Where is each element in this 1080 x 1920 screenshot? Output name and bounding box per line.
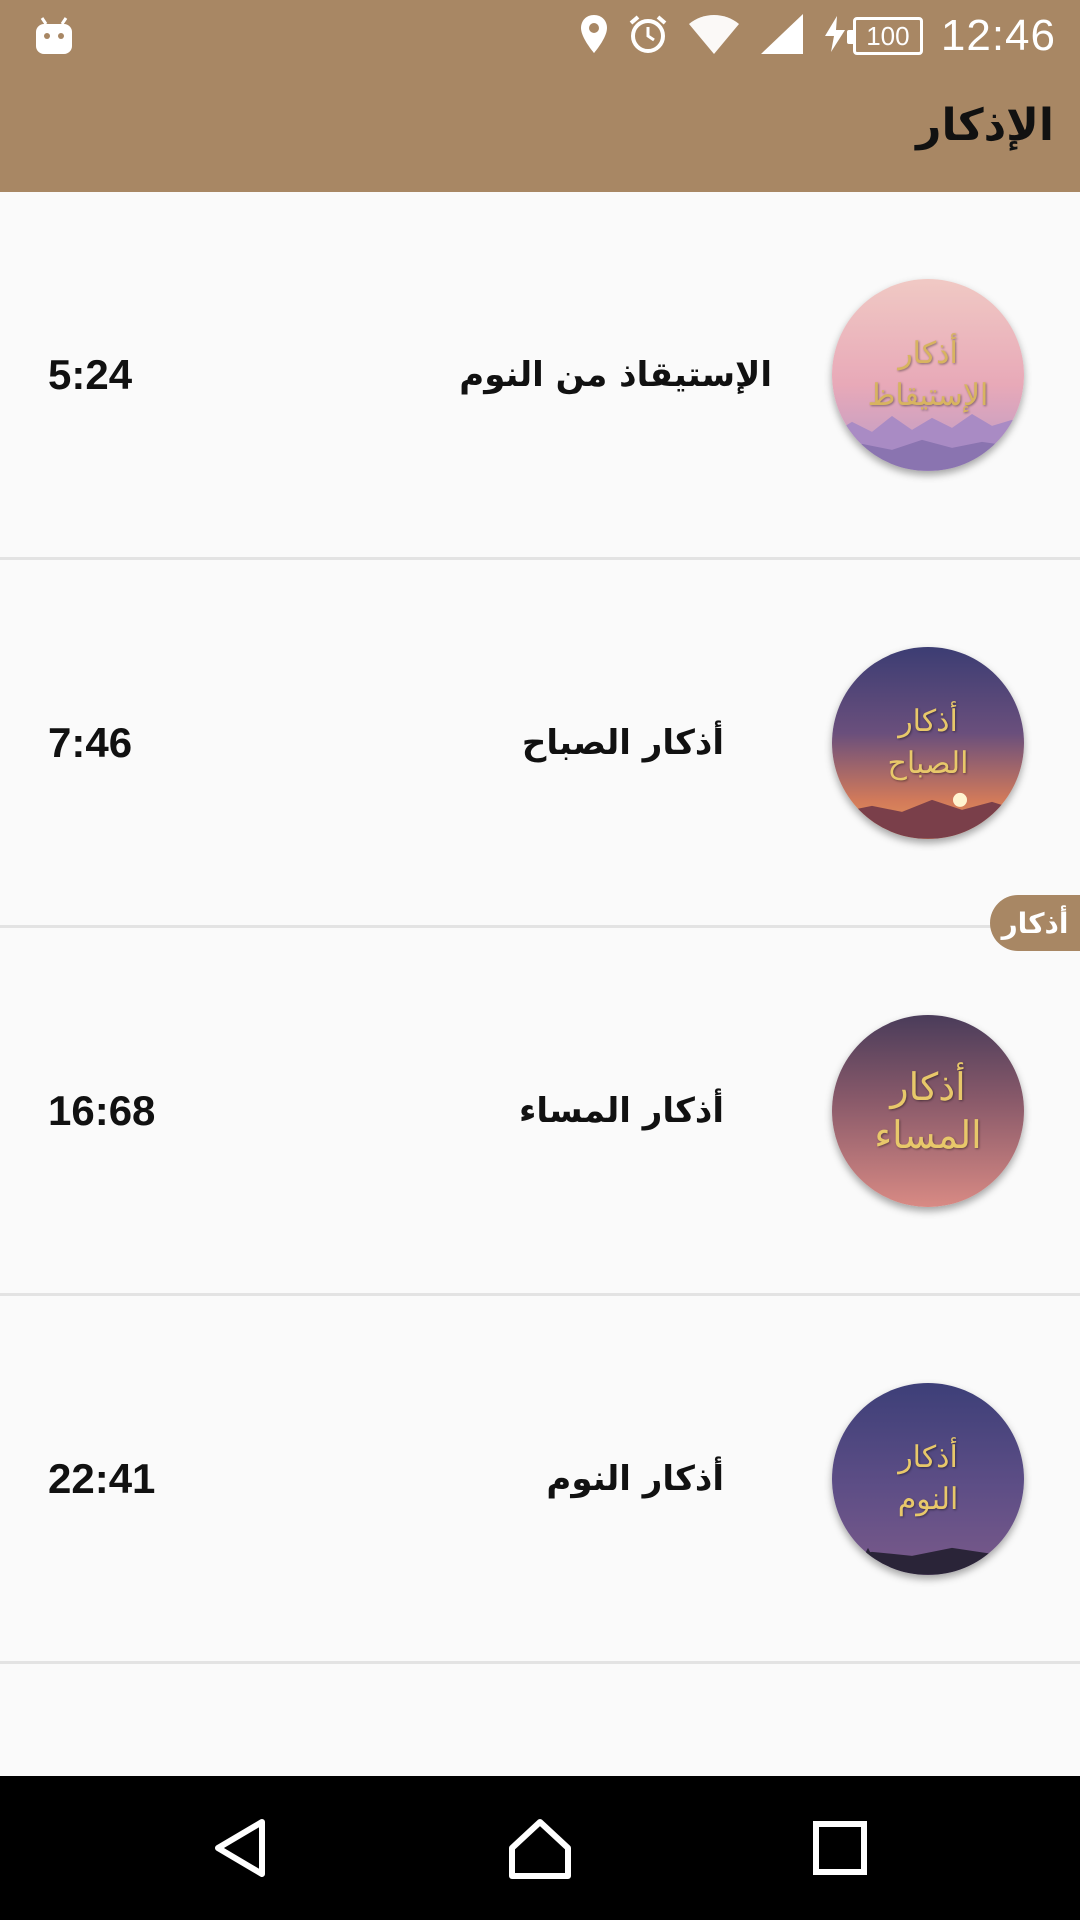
android-icon	[34, 14, 74, 58]
thumb-line-1: أذكار	[898, 703, 958, 739]
thumb-line-2: الإستيقاظ	[867, 377, 989, 413]
thumb-line-2: المساء	[874, 1112, 982, 1157]
list-item[interactable]: 7:46 أذكار الصباح أذكار الصباح	[0, 560, 1080, 928]
location-icon	[579, 13, 609, 59]
back-icon[interactable]	[204, 1812, 276, 1884]
item-label: أذكار الصباح	[521, 722, 724, 763]
thumb-line-1: أذكار	[890, 1064, 966, 1109]
home-icon[interactable]	[504, 1812, 576, 1884]
floating-azkar-button[interactable]: أذكار	[990, 895, 1080, 951]
item-label: الإستيقاذ من النوم	[459, 354, 772, 395]
status-time: 12:46	[940, 11, 1056, 60]
app-bar: 100 12:46 الإذكار	[0, 0, 1080, 192]
item-thumbnail: أذكار النوم	[832, 1382, 1024, 1575]
battery-level: 100	[866, 20, 910, 51]
item-time: 16:68	[48, 1086, 156, 1134]
thumb-line-1: أذكار	[898, 1439, 958, 1475]
battery-icon: 100	[846, 17, 923, 55]
thumb-line-1: أذكار	[898, 335, 958, 371]
item-label: أذكار المساء	[518, 1090, 724, 1131]
page-title: الإذكار	[916, 100, 1054, 151]
charging-icon	[823, 14, 847, 58]
recents-icon[interactable]	[804, 1812, 876, 1884]
navigation-bar	[0, 1776, 1080, 1920]
list-item[interactable]: 5:24 الإستيقاذ من النوم أذكار الإستيقاظ	[0, 192, 1080, 560]
item-thumbnail: أذكار الصباح	[832, 646, 1024, 839]
list-item[interactable]: 16:68 أذكار المساء أذكار المساء	[0, 928, 1080, 1296]
item-time: 5:24	[48, 350, 133, 398]
item-thumbnail: أذكار الإستيقاظ	[832, 278, 1024, 471]
item-label: أذكار النوم	[546, 1458, 724, 1499]
list-item[interactable]: 22:41 أذكار النوم أذكار النوم	[0, 1296, 1080, 1664]
item-time: 7:46	[48, 718, 133, 766]
wifi-icon	[687, 12, 741, 60]
item-thumbnail: أذكار المساء	[832, 1014, 1024, 1207]
item-time: 22:41	[48, 1454, 156, 1502]
alarm-icon	[627, 13, 669, 59]
thumb-line-2: الصباح	[887, 745, 969, 781]
azkar-list: 5:24 الإستيقاذ من النوم أذكار الإستيقاظ …	[0, 192, 1080, 1664]
thumb-line-2: النوم	[897, 1481, 959, 1517]
signal-icon	[759, 12, 805, 60]
status-bar: 100 12:46	[0, 0, 1080, 72]
